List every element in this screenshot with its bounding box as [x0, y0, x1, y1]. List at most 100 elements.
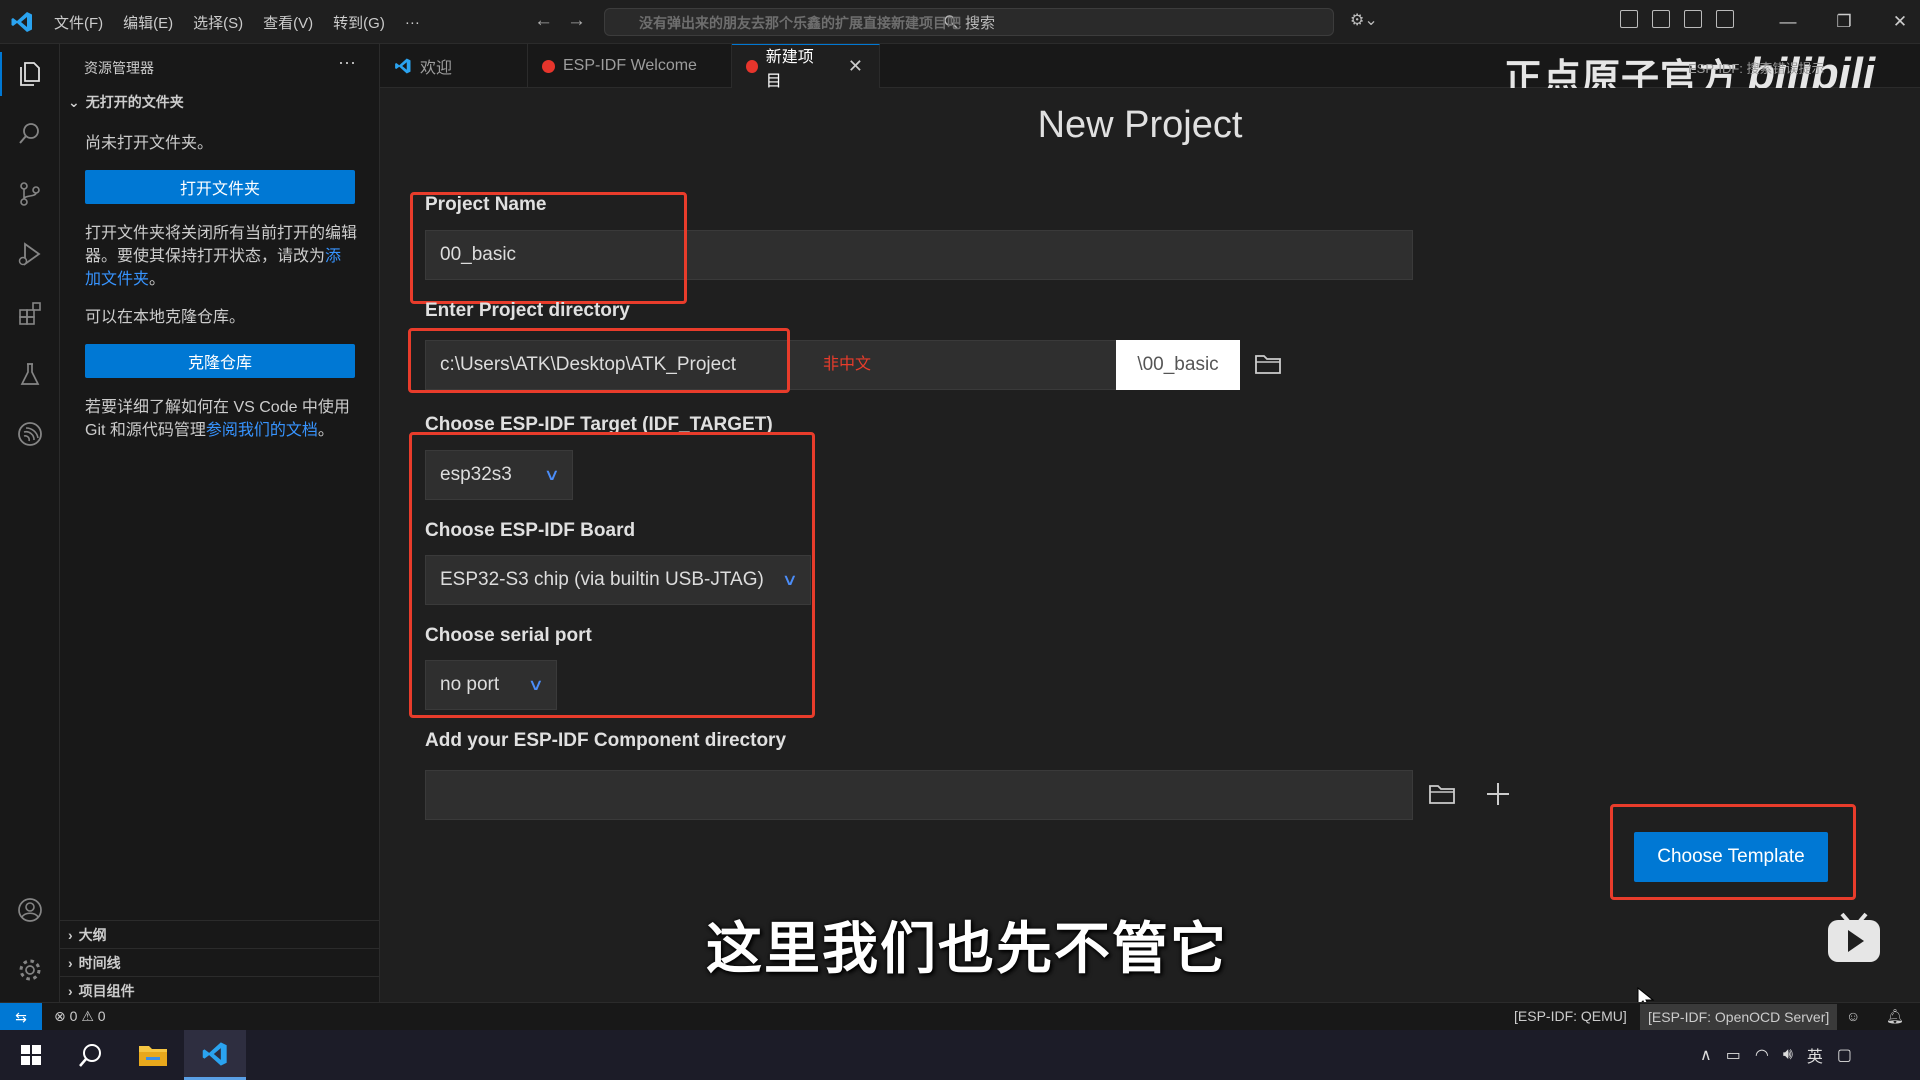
component-directory-label: Add your ESP-IDF Component directory — [425, 730, 787, 751]
esp-idf-icon — [746, 60, 758, 73]
copilot-icon[interactable]: ⚙⌄ — [1350, 10, 1378, 30]
search-placeholder: 搜索 — [964, 14, 995, 32]
window-controls: — ❐ ✕ — [1760, 0, 1920, 44]
highlight-target-board-port — [409, 432, 815, 718]
folder-icon[interactable] — [1426, 778, 1458, 810]
copilot-status-icon[interactable]: ☺ — [1846, 1008, 1860, 1024]
explorer-icon[interactable] — [0, 52, 46, 96]
clone-text: 可以在本地克隆仓库。 — [85, 309, 246, 326]
command-center-search[interactable]: 没有弹出来的朋友去那个乐鑫的扩展直接新建项目吧 搜索 — [604, 8, 1334, 36]
menu-view[interactable]: 查看(V) — [263, 12, 313, 33]
menu-edit[interactable]: 编辑(E) — [123, 12, 173, 33]
show-hidden-icons-icon[interactable]: ∧ — [1700, 1045, 1712, 1065]
battery-icon[interactable]: ▭ — [1726, 1045, 1741, 1065]
testing-flask-icon[interactable] — [14, 358, 46, 390]
chevron-right-icon: › — [68, 926, 73, 943]
forward-arrow-icon[interactable]: → — [567, 10, 586, 32]
docs-link[interactable]: 参阅我们的文档 — [206, 422, 318, 439]
menu-selection[interactable]: 选择(S) — [193, 12, 243, 33]
run-debug-icon[interactable] — [14, 238, 46, 270]
error-count: 0 — [69, 1008, 78, 1024]
add-plus-icon[interactable] — [1482, 778, 1514, 810]
back-arrow-icon[interactable]: ← — [534, 10, 553, 32]
action-center-icon[interactable]: ▢ — [1837, 1045, 1852, 1065]
restore-icon[interactable]: ❐ — [1816, 12, 1872, 32]
wifi-icon[interactable]: ◠ — [1755, 1045, 1769, 1065]
explorer-sidebar: 资源管理器 ··· ⌄ 无打开的文件夹 尚未打开文件夹。 打开文件夹 打开文件夹… — [60, 44, 380, 1002]
file-explorer-icon[interactable] — [122, 1030, 184, 1080]
vscode-taskbar-icon[interactable] — [184, 1030, 246, 1080]
folder-icon[interactable] — [1252, 348, 1284, 380]
component-directory-input[interactable] — [425, 770, 1413, 820]
toggle-panel-icon[interactable] — [1684, 10, 1702, 28]
highlight-directory — [408, 328, 790, 393]
taskbar-search-icon[interactable] — [60, 1030, 122, 1080]
volume-icon[interactable]: 🔊︎ — [1783, 1046, 1793, 1064]
non-chinese-note: 非中文 — [823, 356, 872, 373]
menu-more[interactable]: ··· — [405, 14, 420, 31]
input-method-indicator[interactable]: 英 — [1807, 1043, 1823, 1067]
new-project-panel: New Project Project Name 00_basic Enter … — [380, 88, 1920, 1010]
extensions-icon[interactable] — [14, 298, 46, 330]
esp-idf-openocd-status[interactable]: [ESP-IDF: OpenOCD Server] — [1640, 1004, 1838, 1030]
timeline-section[interactable]: › 时间线 — [60, 948, 380, 976]
project-directory-suffix: \00_basic — [1116, 340, 1240, 390]
tab-welcome[interactable]: 欢迎 — [380, 44, 528, 88]
page-title: New Project — [1037, 104, 1243, 146]
warning-icon: ⚠ — [81, 1008, 94, 1024]
remote-indicator-icon[interactable]: ⇆ — [0, 1003, 42, 1031]
chevron-right-icon: › — [68, 954, 73, 971]
esp-idf-extension-icon[interactable] — [14, 418, 46, 450]
vscode-logo-icon — [11, 12, 32, 32]
clone-repository-button[interactable]: 克隆仓库 — [85, 344, 355, 378]
esp-idf-icon — [542, 59, 555, 73]
chevron-right-icon: › — [68, 982, 73, 999]
chevron-down-icon: ⌄ — [68, 93, 80, 110]
status-bar: ⇆ ⊗ 0 ⚠ 0 [ESP-IDF: QEMU] [ESP-IDF: Open… — [0, 1002, 1920, 1031]
tab-esp-idf-welcome[interactable]: ESP-IDF Welcome — [528, 44, 732, 88]
toggle-secondary-sidebar-icon[interactable] — [1716, 10, 1734, 28]
notifications-bell-icon[interactable]: 🔔︎ — [1886, 1008, 1904, 1025]
no-folder-text: 尚未打开文件夹。 — [85, 135, 214, 152]
sidebar-more-icon[interactable]: ··· — [338, 52, 356, 73]
search-view-icon[interactable] — [14, 118, 46, 150]
highlight-project-name — [410, 192, 687, 304]
problems-indicator[interactable]: ⊗ 0 ⚠ 0 — [54, 1008, 106, 1025]
tab-new-project[interactable]: 新建项目 ✕ — [732, 44, 880, 90]
video-play-icon — [1828, 912, 1880, 962]
video-subtitle: 这里我们也先不管它 — [706, 917, 1228, 980]
warning-count: 0 — [97, 1008, 106, 1024]
menu-go[interactable]: 转到(G) — [333, 12, 385, 33]
open-folder-button[interactable]: 打开文件夹 — [85, 170, 355, 204]
outline-section[interactable]: › 大纲 — [60, 920, 380, 948]
close-window-icon[interactable]: ✕ — [1872, 12, 1920, 32]
minimize-icon[interactable]: — — [1760, 12, 1816, 32]
menu-file[interactable]: 文件(F) — [54, 12, 103, 33]
title-bar: 文件(F) 编辑(E) 选择(S) 查看(V) 转到(G) ··· ← → 没有… — [0, 0, 1920, 44]
source-control-icon[interactable] — [14, 178, 46, 210]
error-icon: ⊗ — [54, 1008, 66, 1024]
customize-layout-icon[interactable] — [1620, 10, 1638, 28]
esp-idf-qemu-status[interactable]: [ESP-IDF: QEMU] — [1514, 1008, 1627, 1024]
open-folder-description: 打开文件夹将关闭所有当前打开的编辑器。要使其保持打开状态，请改为添加文件夹。 — [85, 225, 358, 288]
settings-gear-icon[interactable] — [14, 954, 46, 986]
system-tray: ∧ ▭ ◠ 🔊︎ 英 ▢ — [1700, 1030, 1852, 1080]
no-folder-section-header[interactable]: ⌄ 无打开的文件夹 — [68, 92, 184, 112]
sidebar-title: 资源管理器 — [84, 60, 154, 76]
vscode-icon — [395, 58, 411, 74]
windows-start-icon[interactable] — [0, 1030, 62, 1080]
project-components-section[interactable]: › 项目组件 — [60, 976, 380, 1004]
close-tab-icon[interactable]: ✕ — [848, 56, 863, 77]
learn-more-text: 若要详细了解如何在 VS Code 中使用 Git 和源代码管理参阅我们的文档。 — [85, 399, 350, 439]
menu-bar: 文件(F) 编辑(E) 选择(S) 查看(V) 转到(G) ··· — [54, 0, 440, 44]
highlight-choose-template — [1610, 804, 1856, 900]
toggle-sidebar-icon[interactable] — [1652, 10, 1670, 28]
overlay-caption: 没有弹出来的朋友去那个乐鑫的扩展直接新建项目吧 — [639, 15, 961, 31]
watermark-faint-text: ESP-IDF: 搜索错误提示 — [1688, 61, 1825, 76]
activity-bar — [0, 44, 60, 1002]
project-directory-label: Enter Project directory — [425, 300, 630, 321]
layout-controls — [1620, 10, 1734, 28]
accounts-icon[interactable] — [14, 894, 46, 926]
section-title: 无打开的文件夹 — [85, 94, 184, 110]
nav-arrows: ← → — [534, 10, 586, 32]
